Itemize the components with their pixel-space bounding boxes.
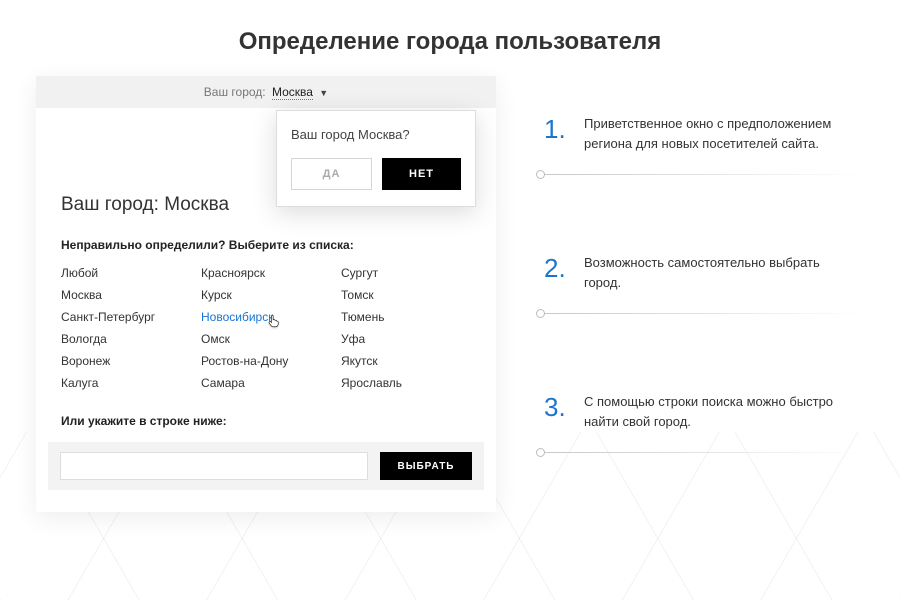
city-option[interactable]: Тюмень (341, 310, 471, 324)
city-option[interactable]: Самара (201, 376, 331, 390)
page-title: Определение города пользователя (0, 0, 900, 76)
city-option[interactable]: Воронеж (61, 354, 191, 368)
city-option[interactable]: Красноярск (201, 266, 331, 280)
step-divider (540, 174, 864, 175)
step-text: С помощью строки поиска можно быстро най… (584, 392, 844, 431)
step-divider (540, 313, 864, 314)
city-option[interactable]: Калуга (61, 376, 191, 390)
step-text: Приветственное окно с предположением рег… (584, 114, 844, 153)
step-dot-icon (536, 309, 545, 318)
step-dot-icon (536, 448, 545, 457)
step-text: Возможность самостоятельно выбрать город… (584, 253, 844, 292)
city-option[interactable]: Москва (61, 288, 191, 302)
step-dot-icon (536, 170, 545, 179)
city-option[interactable]: Санкт-Петербург (61, 310, 191, 324)
city-option[interactable]: Новосибирск (201, 310, 331, 324)
feature-steps: 1.Приветственное окно с предположением р… (544, 76, 864, 512)
city-option[interactable]: Уфа (341, 332, 471, 346)
step-divider (540, 452, 864, 453)
popover-question: Ваш город Москва? (291, 127, 461, 142)
city-option[interactable]: Якутск (341, 354, 471, 368)
city-list: Любой Красноярск Сургут Москва Курск Томск Сан… (61, 266, 471, 390)
step-number: 3. (544, 392, 584, 423)
topbar-label: Ваш город: (204, 85, 266, 99)
city-search-input[interactable] (60, 452, 368, 480)
city-option[interactable]: Любой (61, 266, 191, 280)
city-option[interactable]: Сургут (341, 266, 471, 280)
feature-step: 1.Приветственное окно с предположением р… (544, 114, 864, 153)
confirm-no-button[interactable]: Нет (382, 158, 461, 190)
step-number: 2. (544, 253, 584, 284)
city-panel: Ваш город: Москва ▼ Ваш город Москва? Да… (36, 76, 496, 512)
city-option[interactable]: Вологда (61, 332, 191, 346)
pointer-cursor-icon (267, 312, 281, 330)
topbar: Ваш город: Москва ▼ (36, 76, 496, 108)
topbar-current-city[interactable]: Москва (272, 85, 313, 100)
search-prompt-label: Или укажите в строке ниже: (61, 414, 471, 428)
feature-step: 2.Возможность самостоятельно выбрать гор… (544, 253, 864, 292)
pick-from-list-label: Неправильно определили? Выберите из спис… (61, 238, 471, 252)
city-confirm-popover: Ваш город Москва? Да Нет (276, 110, 476, 207)
city-option[interactable]: Омск (201, 332, 331, 346)
city-option[interactable]: Томск (341, 288, 471, 302)
city-option[interactable]: Ростов-на-Дону (201, 354, 331, 368)
choose-button[interactable]: Выбрать (380, 452, 472, 480)
confirm-yes-button[interactable]: Да (291, 158, 372, 190)
city-search-bar: Выбрать (48, 442, 484, 490)
chevron-down-icon: ▼ (319, 88, 328, 98)
feature-step: 3.С помощью строки поиска можно быстро н… (544, 392, 864, 431)
step-number: 1. (544, 114, 584, 145)
city-option[interactable]: Курск (201, 288, 331, 302)
city-option[interactable]: Ярославль (341, 376, 471, 390)
